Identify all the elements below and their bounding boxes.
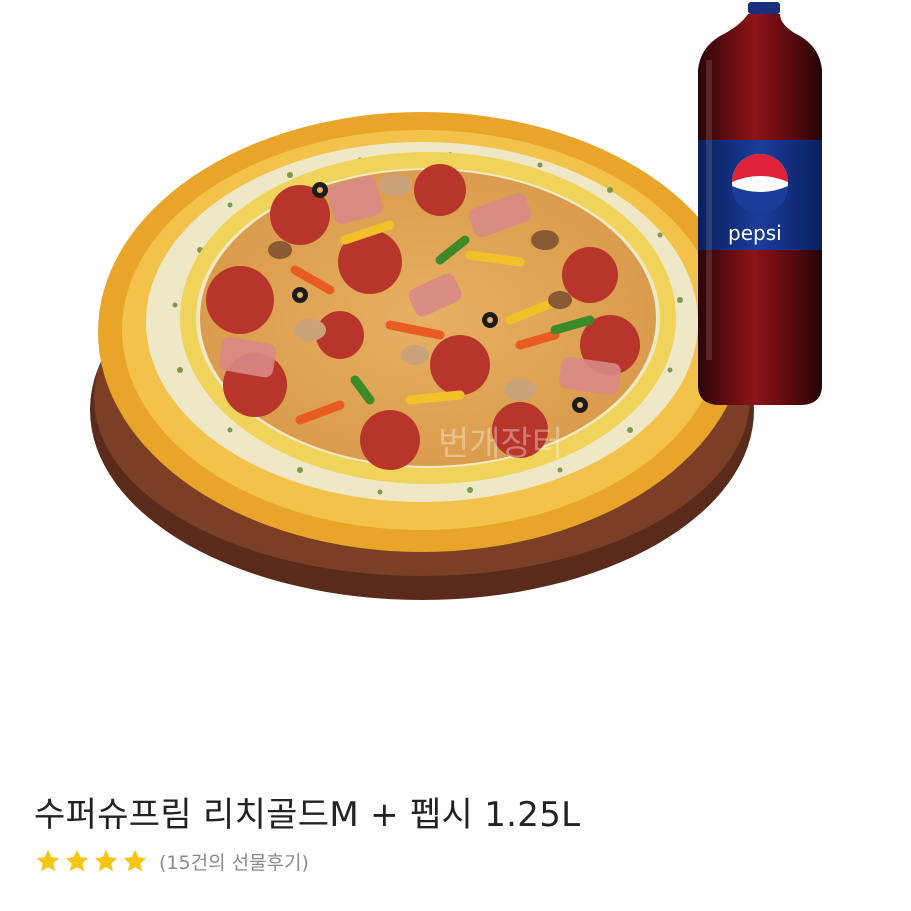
star-icon [94, 849, 118, 872]
star-icon [123, 849, 147, 872]
product-image: 번개장터 pepsi [0, 0, 911, 735]
bottle-label: pepsi [728, 221, 782, 245]
star-icon [65, 849, 89, 872]
star-icon [36, 849, 60, 872]
product-info: 수퍼슈프림 리치골드M + 펩시 1.25L (15건의 선물후기) [0, 735, 911, 911]
watermark: 번개장터 [438, 424, 563, 464]
review-count-link[interactable]: (15건의 선물후기) [159, 848, 309, 875]
pepsi-bottle: pepsi [698, 2, 822, 405]
product-title: 수퍼슈프림 리치골드M + 펩시 1.25L [34, 795, 581, 835]
rating-row[interactable]: (15건의 선물후기) [34, 847, 309, 875]
star-rating [34, 847, 149, 875]
